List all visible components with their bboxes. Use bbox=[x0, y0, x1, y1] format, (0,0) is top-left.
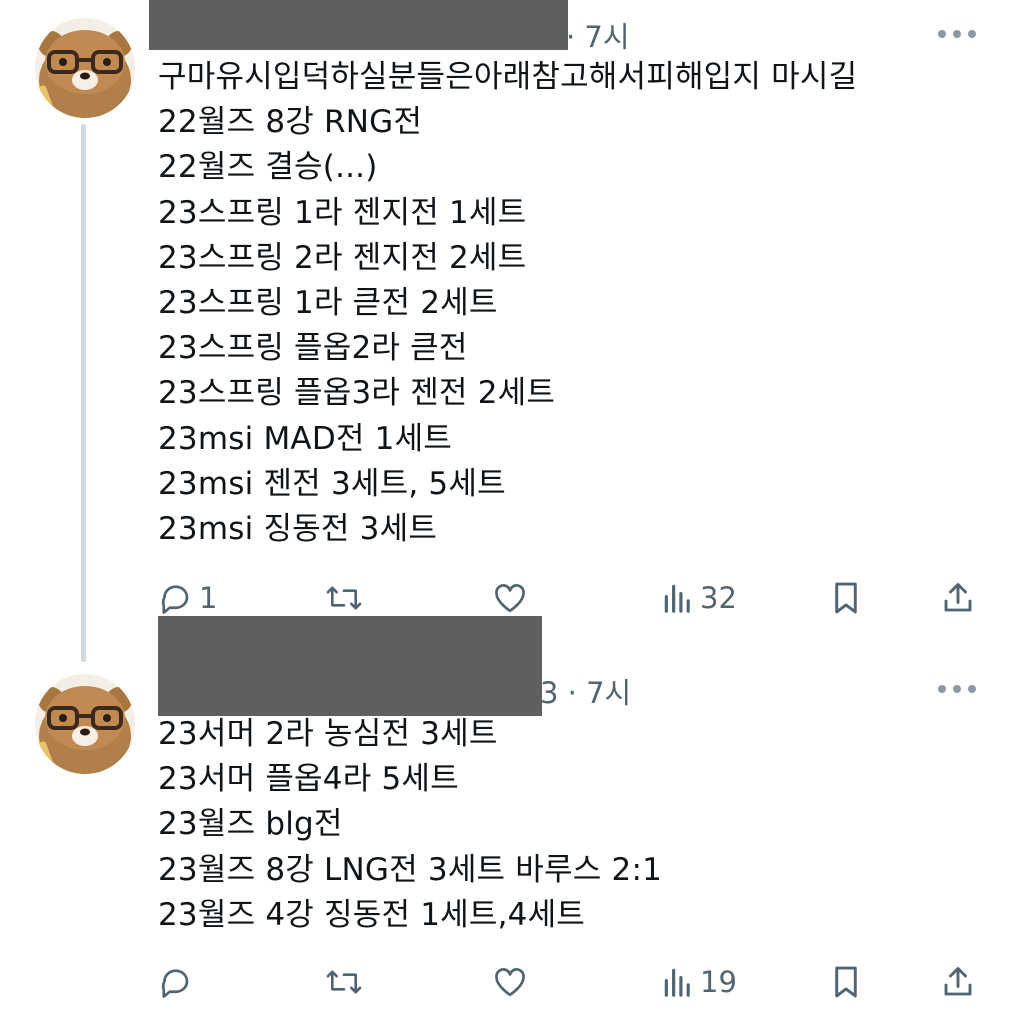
tweet-line: 23스프링 1라 젠지전 1세트 bbox=[158, 194, 527, 231]
tweet-line: 22월즈 8강 RNG전 bbox=[158, 104, 423, 141]
bear-avatar-image bbox=[35, 18, 135, 118]
tweet-line: 23스프링 2라 젠지전 2세트 bbox=[158, 239, 527, 276]
reply-button[interactable]: 1 bbox=[157, 576, 217, 620]
tweet-timestamp[interactable]: 3 · 7시 bbox=[540, 670, 631, 712]
reply-icon bbox=[161, 969, 189, 998]
tweet-line: 23msi 징동전 3세트 bbox=[158, 510, 438, 547]
tweet-line: 23스프링 플옵3라 젠전 2세트 bbox=[158, 375, 556, 412]
tweet-action-bar: 1 32 bbox=[0, 576, 1014, 620]
tweet-line: 23서머 2라 농심전 3세트 bbox=[158, 716, 498, 752]
like-button[interactable] bbox=[492, 576, 528, 620]
views-icon bbox=[664, 968, 690, 997]
tweet-line: 23msi MAD전 1세트 bbox=[158, 420, 453, 457]
tweet-line: 23월즈 8강 LNG전 3세트 바루스 2:1 bbox=[158, 851, 663, 888]
bookmark-button[interactable] bbox=[829, 576, 863, 620]
bear-avatar-image bbox=[35, 674, 135, 774]
tweet-line: 23스프링 플옵2라 큳전 bbox=[158, 330, 468, 367]
tweet-line: 23스프링 1라 큳전 2세트 bbox=[158, 284, 498, 321]
tweet-line: 23월즈 4강 징동전 1세트,4세트 bbox=[158, 896, 586, 933]
tweet-line: 23서머 플옵4라 5세트 bbox=[158, 761, 459, 798]
retweet-icon bbox=[326, 586, 362, 610]
redacted-username bbox=[149, 0, 568, 50]
reply-button[interactable] bbox=[157, 960, 199, 1004]
like-button[interactable] bbox=[492, 960, 528, 1004]
views-icon bbox=[664, 584, 690, 613]
avatar[interactable] bbox=[35, 674, 135, 774]
share-button[interactable] bbox=[940, 960, 976, 1004]
tweet-line: 구마유시입덕하실분들은아래참고해서피해입지 마시길 bbox=[158, 59, 858, 95]
share-icon bbox=[944, 967, 972, 996]
views-button[interactable]: 32 bbox=[662, 576, 737, 620]
avatar[interactable] bbox=[35, 18, 135, 118]
bookmark-icon bbox=[835, 966, 857, 998]
tweet-action-bar: 19 bbox=[0, 960, 1014, 1004]
views-count: 19 bbox=[700, 965, 737, 999]
bookmark-icon bbox=[835, 582, 857, 614]
more-icon[interactable] bbox=[938, 682, 976, 696]
tweet-text: 구마유시입덕하실분들은아래참고해서피해입지 마시길 22월즈 8강 RNG전 2… bbox=[158, 55, 857, 552]
retweet-button[interactable] bbox=[325, 960, 363, 1004]
tweet-line: 22월즈 결승(...) bbox=[158, 149, 378, 186]
bookmark-button[interactable] bbox=[829, 960, 863, 1004]
tweet-line: 23msi 젠전 3세트, 5세트 bbox=[158, 465, 506, 502]
reply-count: 1 bbox=[199, 581, 218, 615]
views-button[interactable]: 19 bbox=[662, 960, 737, 1004]
share-button[interactable] bbox=[940, 576, 976, 620]
more-icon[interactable] bbox=[938, 27, 976, 41]
reply-icon bbox=[161, 585, 189, 614]
retweet-icon bbox=[326, 970, 362, 994]
tweet-timestamp[interactable]: · 7시 bbox=[566, 14, 630, 56]
heart-icon bbox=[495, 968, 525, 997]
share-icon bbox=[944, 583, 972, 612]
tweet-line: 23월즈 blg전 bbox=[158, 806, 343, 843]
retweet-button[interactable] bbox=[325, 576, 363, 620]
heart-icon bbox=[495, 584, 525, 613]
views-count: 32 bbox=[700, 581, 737, 615]
redacted-username bbox=[158, 616, 542, 716]
tweet-text: 23서머 2라 농심전 3세트 23서머 플옵4라 5세트 23월즈 blg전 … bbox=[158, 712, 662, 938]
